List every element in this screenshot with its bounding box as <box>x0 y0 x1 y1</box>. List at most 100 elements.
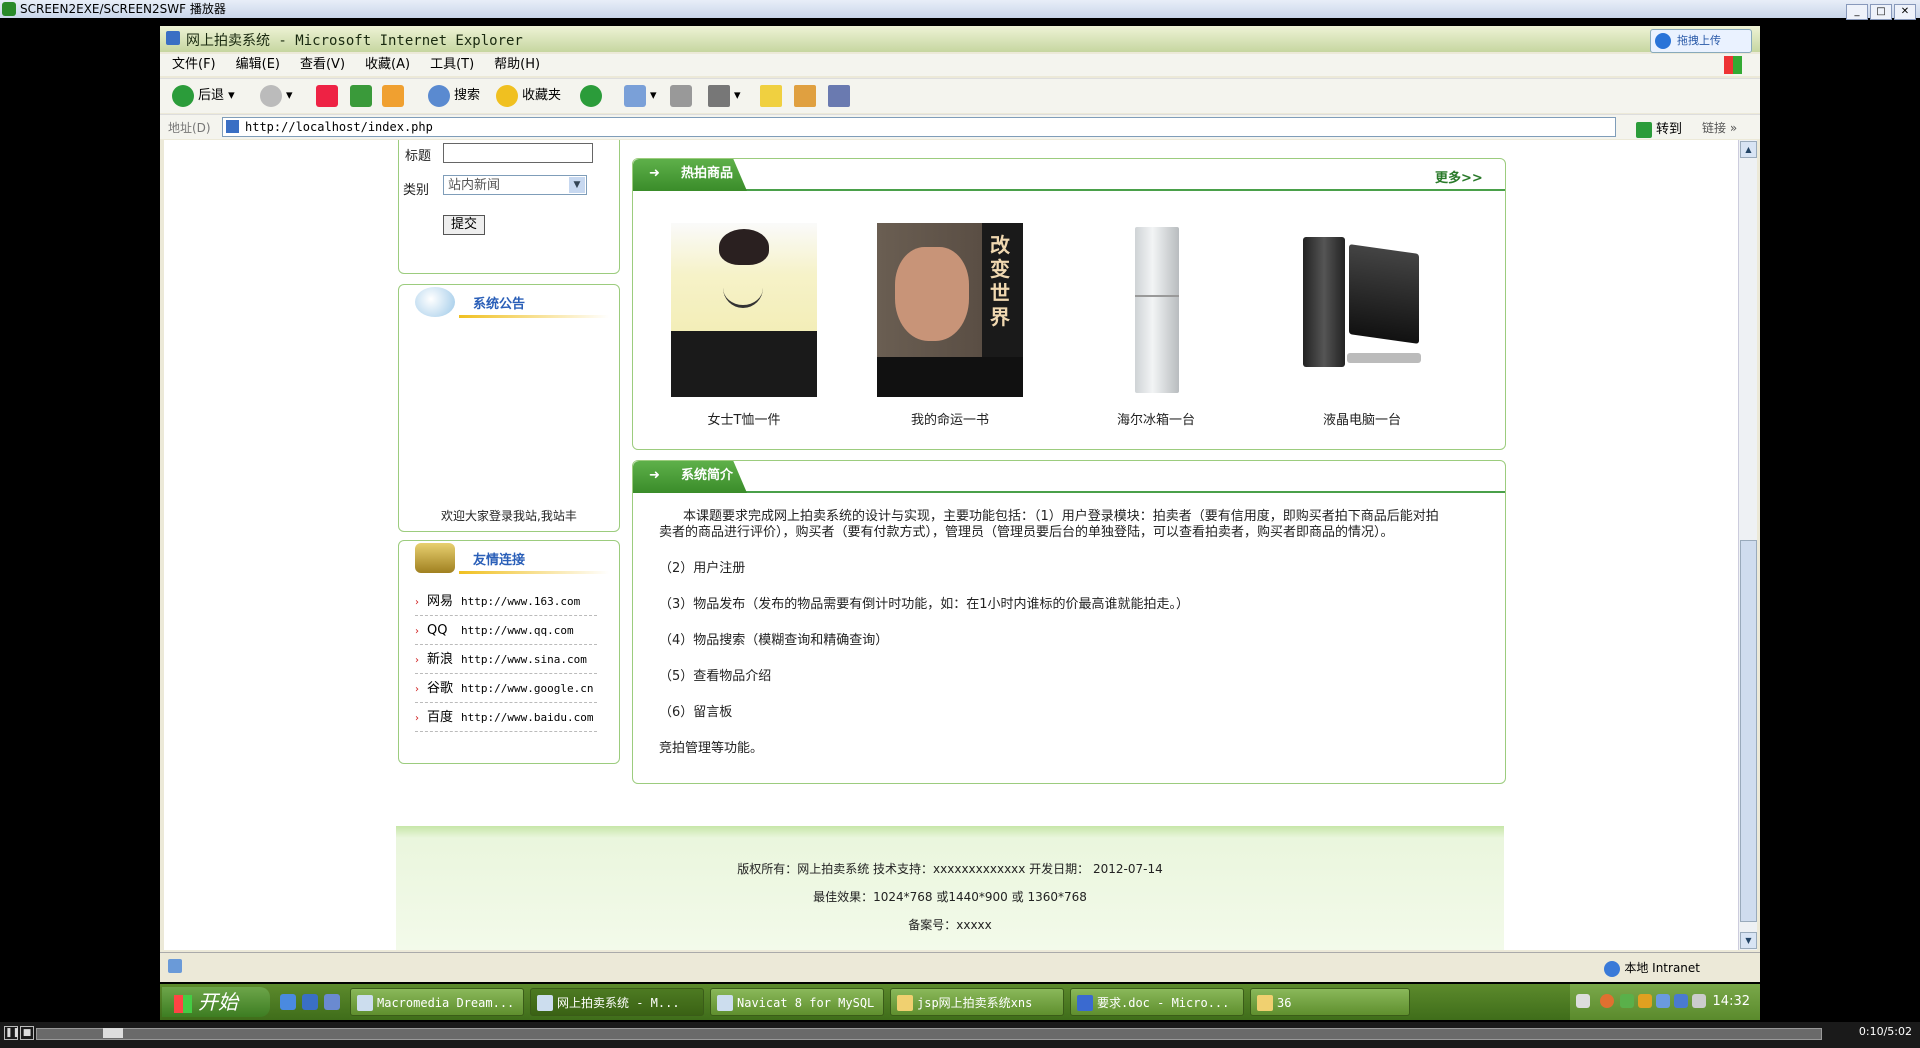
refrigerator-image[interactable] <box>1083 223 1229 397</box>
menu-view[interactable]: 查看(V) <box>300 54 345 76</box>
menu-edit[interactable]: 编辑(E) <box>236 54 280 76</box>
stop-icon <box>316 84 338 107</box>
product-card[interactable]: 女士T恤一件 <box>671 223 817 428</box>
links-button[interactable]: 链接 » <box>1702 119 1737 136</box>
maximize-button[interactable]: □ <box>1870 4 1892 20</box>
ie-quicklaunch-icon[interactable] <box>302 994 318 1010</box>
home-button[interactable] <box>382 84 408 108</box>
task-folder-36[interactable]: 36 <box>1250 988 1410 1016</box>
link-url: http://www.sina.com <box>461 653 587 666</box>
notice-header: 系统公告 <box>399 285 619 319</box>
link-url: http://www.163.com <box>461 595 581 608</box>
system-intro-header: ➜ 系统简介 <box>633 461 1505 493</box>
friend-link-baidu[interactable]: › 百度 http://www.baidu.com <box>415 703 597 732</box>
dreamweaver-icon <box>357 995 373 1011</box>
zone-label: 本地 Intranet <box>1624 961 1700 975</box>
scroll-down-icon[interactable]: ▼ <box>1740 932 1757 949</box>
mail-button[interactable]: ▾ <box>624 84 657 108</box>
favorites-button[interactable]: 收藏夹 <box>496 84 561 108</box>
menu-favorites[interactable]: 收藏(A) <box>365 54 410 76</box>
tray-arrow-icon[interactable] <box>1600 994 1614 1008</box>
stop-icon[interactable]: ■ <box>20 1026 34 1040</box>
menu-file[interactable]: 文件(F) <box>172 54 216 76</box>
minimize-button[interactable]: _ <box>1846 4 1868 20</box>
hot-products-tab: ➜ 热拍商品 <box>633 159 748 191</box>
task-label: jsp网上拍卖系统xns <box>917 996 1033 1010</box>
desktop-computer-image[interactable] <box>1289 223 1435 397</box>
friend-link-sina[interactable]: › 新浪 http://www.sina.com <box>415 645 597 674</box>
start-button[interactable]: 开始 <box>162 987 270 1017</box>
history-icon <box>580 84 602 107</box>
mail-icon <box>624 84 646 107</box>
scroll-thumb[interactable] <box>1740 540 1757 922</box>
print-button[interactable] <box>670 84 696 108</box>
submit-button[interactable]: 提交 <box>443 215 485 235</box>
address-input[interactable]: http://localhost/index.php <box>222 117 1616 137</box>
back-button[interactable]: 后退 ▾ <box>172 84 235 108</box>
product-name[interactable]: 女士T恤一件 <box>671 409 817 428</box>
close-button[interactable]: ✕ <box>1894 4 1916 20</box>
task-folder[interactable]: jsp网上拍卖系统xns <box>890 988 1064 1016</box>
media-quicklaunch-icon[interactable] <box>324 994 340 1010</box>
search-button[interactable]: 搜索 <box>428 84 480 108</box>
pause-icon[interactable]: ❚❚ <box>4 1026 20 1040</box>
menu-help[interactable]: 帮助(H) <box>494 54 540 76</box>
task-ie[interactable]: 网上拍卖系统 - M... <box>530 988 704 1016</box>
friend-link-qq[interactable]: › QQ http://www.qq.com <box>415 616 597 645</box>
security-icon[interactable] <box>1692 994 1706 1008</box>
tray-app-icon[interactable] <box>1620 994 1634 1008</box>
more-link[interactable]: 更多>> <box>1435 167 1483 186</box>
menu-tools[interactable]: 工具(T) <box>430 54 474 76</box>
refresh-button[interactable] <box>350 84 376 108</box>
product-card[interactable]: 改变世界 我的命运一书 <box>877 223 1023 428</box>
scroll-up-icon[interactable]: ▲ <box>1740 141 1757 158</box>
book-cover-image[interactable]: 改变世界 <box>877 223 1023 397</box>
edit-button[interactable]: ▾ <box>708 84 741 108</box>
task-word[interactable]: 要求.doc - Micro... <box>1070 988 1244 1016</box>
network-icon[interactable] <box>1656 994 1670 1008</box>
system-intro-heading: 系统简介 <box>681 468 734 483</box>
ie-window: 网上拍卖系统 - Microsoft Internet Explorer 拖拽上… <box>160 26 1760 982</box>
magnifier-icon <box>415 287 455 317</box>
volume-icon[interactable] <box>1674 994 1688 1008</box>
product-card[interactable]: 海尔冰箱一台 <box>1083 223 1229 428</box>
forward-button[interactable]: ▾ <box>260 84 293 108</box>
friend-link-google[interactable]: › 谷歌 http://www.google.cn <box>415 674 597 703</box>
category-select[interactable]: 站内新闻 ▼ <box>443 175 587 195</box>
product-name[interactable]: 我的命运一书 <box>877 409 1023 428</box>
friend-link-163[interactable]: › 网易 http://www.163.com <box>415 587 597 616</box>
product-name[interactable]: 海尔冰箱一台 <box>1083 409 1229 428</box>
seek-knob[interactable] <box>103 1028 123 1038</box>
upload-button[interactable]: 拖拽上传 <box>1650 29 1752 53</box>
friend-links-heading: 友情连接 <box>473 553 526 568</box>
address-url: http://localhost/index.php <box>245 120 433 134</box>
status-bar: 本地 Intranet <box>160 952 1760 981</box>
qq-icon[interactable] <box>1638 994 1652 1008</box>
friend-links-underline <box>459 571 609 574</box>
player-window-controls: _ □ ✕ <box>1844 1 1916 20</box>
research-button[interactable] <box>794 84 820 108</box>
task-dreamweaver[interactable]: Macromedia Dream... <box>350 988 524 1016</box>
tshirt-image[interactable] <box>671 223 817 397</box>
cloud-icon <box>1655 33 1671 49</box>
show-desktop-icon[interactable] <box>280 994 296 1010</box>
title-input[interactable] <box>443 143 593 163</box>
hot-products-header: ➜ 热拍商品 <box>633 159 1505 191</box>
notice-underline <box>459 315 609 318</box>
history-button[interactable] <box>580 84 606 108</box>
clock: 14:32 <box>1712 994 1750 1009</box>
vertical-scrollbar[interactable]: ▲ ▼ <box>1738 140 1757 950</box>
messenger-button[interactable] <box>828 84 854 108</box>
stop-button[interactable] <box>316 84 342 108</box>
go-button[interactable]: 转到 <box>1636 118 1682 138</box>
address-bar: 地址(D) http://localhost/index.php 转到 链接 » <box>160 114 1760 139</box>
task-navicat[interactable]: Navicat 8 for MySQL <box>710 988 884 1016</box>
product-card[interactable]: 液晶电脑一台 <box>1289 223 1435 428</box>
seek-bar[interactable] <box>36 1028 1822 1040</box>
link-name: 百度 <box>427 710 454 725</box>
word-icon <box>1077 995 1093 1011</box>
keyboard-icon[interactable] <box>1576 994 1590 1008</box>
product-name[interactable]: 液晶电脑一台 <box>1289 409 1435 428</box>
discuss-button[interactable] <box>760 84 786 108</box>
arrow-right-icon: ➜ <box>649 166 660 181</box>
